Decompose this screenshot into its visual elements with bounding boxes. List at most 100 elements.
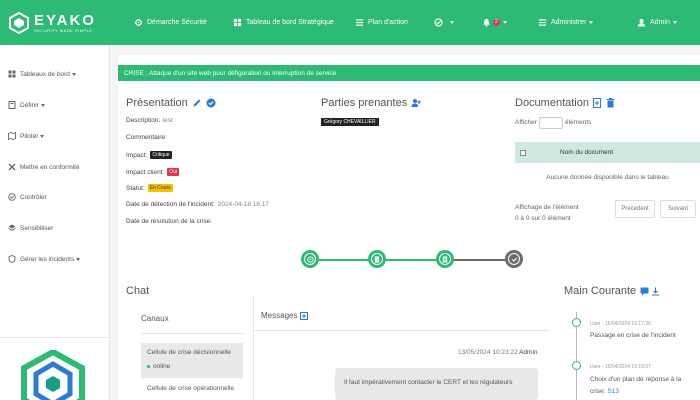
channels-title: Canaux [141, 314, 169, 323]
select-all-checkbox[interactable] [520, 149, 526, 156]
pencil-icon[interactable] [192, 98, 202, 108]
sidebar-item-gerer-incidents[interactable]: Gérer les incidents [8, 255, 81, 263]
chevron-down-icon [589, 21, 594, 24]
sidebar: Tableaux de bord Définir Piloter Mettre … [0, 45, 110, 400]
target-icon [306, 255, 314, 263]
main-courante-title-text: Main Courante [564, 285, 637, 297]
entries-per-page-select[interactable] [539, 117, 563, 129]
nav-user-menu[interactable]: Admin [637, 0, 677, 45]
chat-title: Chat [126, 285, 150, 297]
comment-icon[interactable] [640, 287, 649, 296]
sidebar-item-label: Contrôler [20, 193, 47, 201]
channel-item[interactable]: Cellule de crise opérationnelle [147, 385, 234, 392]
map-icon [8, 132, 16, 140]
field-statut: Statut: En Cours [126, 184, 173, 192]
trash-icon[interactable] [606, 98, 615, 108]
chevron-down-icon [502, 21, 507, 24]
impact-label: Impact: [126, 151, 148, 159]
presentation-title: Présentation [126, 97, 216, 109]
brand-logo[interactable]: EYAKO SECURITY MADE SIMPLE [0, 0, 110, 45]
sidebar-item-definir[interactable]: Définir [8, 101, 45, 109]
impact-client-badge: Oui [167, 168, 180, 176]
chevron-down-icon [40, 103, 45, 107]
shield-icon [8, 255, 16, 263]
documents-table-header: Nom du document [515, 142, 700, 163]
add-user-icon[interactable] [411, 98, 422, 108]
sidebar-item-label: Tableaux de bord [20, 70, 70, 78]
document-icon [442, 255, 448, 263]
description-label: Description: [126, 117, 161, 124]
sidebar-item-piloter[interactable]: Piloter [8, 132, 45, 140]
plan-link[interactable]: S13 [607, 388, 619, 395]
brand-tagline: SECURITY MADE SIMPLE [34, 27, 93, 33]
commentaire-label: Commentaire: [126, 134, 167, 141]
nav-label: Administrer [551, 19, 587, 26]
sidebar-divider [0, 337, 110, 338]
dashboard-icon [8, 70, 16, 78]
field-detection-date: Date de détection de l'incident: 2024-04… [126, 201, 269, 208]
table-info-line2: 0 à 0 sur 0 élément [515, 215, 571, 222]
step-4-closure[interactable] [505, 250, 523, 268]
brand-name: EYAKO [34, 11, 96, 29]
list-icon [355, 19, 364, 26]
field-impact-client: Impact client: Oui [126, 168, 180, 176]
sidebar-item-label: Piloter [20, 132, 39, 140]
add-document-icon[interactable] [593, 98, 602, 108]
nav-notifications[interactable]: 2 [482, 0, 507, 45]
message-bubble: Il faut impérativement contacter le CERT… [335, 368, 538, 400]
channel-status-text: online [153, 363, 171, 370]
new-message-icon[interactable] [300, 311, 309, 320]
timeline-entry-text-cont: crise: [590, 388, 606, 395]
sidebar-item-tableaux-de-bord[interactable]: Tableaux de bord [8, 70, 76, 78]
elements-label: éléments [565, 119, 592, 126]
nav-label: Tableau de bord Stratégique [246, 19, 334, 26]
show-entries-label: Afficher [515, 119, 537, 126]
sidebar-item-sensibiliser[interactable]: Sensibiliser [8, 224, 53, 232]
timeline-entry-meta: User - 16/04/2024 16:17:26 [590, 321, 651, 327]
previous-page-button[interactable]: Precedent [615, 200, 655, 218]
nav-administrer[interactable]: Administrer [538, 0, 594, 45]
nav-checks-menu[interactable] [434, 0, 454, 45]
chevron-down-icon [71, 72, 76, 76]
book-icon [8, 101, 16, 109]
grid-icon [233, 18, 242, 27]
nav-plan-action[interactable]: Plan d'action [355, 0, 408, 45]
user-icon [637, 18, 646, 27]
detection-label: Date de détection de l'incident: [126, 201, 215, 208]
channel-name[interactable]: Cellule de crise décisionnelle [147, 349, 231, 356]
step-3-plan[interactable] [436, 250, 454, 268]
field-commentaire: Commentaire: [126, 134, 167, 141]
stakeholders-title: Parties prenantes [321, 97, 422, 109]
resolution-label: Date de résolution de la crise: [126, 218, 212, 225]
sidebar-item-controler[interactable]: Contrôler [8, 193, 47, 201]
statut-badge: En Cours [147, 184, 173, 192]
notification-count-badge: 2 [493, 19, 500, 26]
column-header-document-name[interactable]: Nom du document [560, 149, 613, 156]
sidebar-item-mettre-en-conformite[interactable]: Mettre en conformité [8, 163, 80, 171]
check-icon [511, 257, 517, 262]
top-navbar: EYAKO SECURITY MADE SIMPLE Démarche Sécu… [0, 0, 700, 45]
chevron-down-icon [40, 134, 45, 138]
timeline-entry-text-line2: crise: S13 [590, 388, 619, 395]
gear-icon [135, 19, 142, 26]
layers-icon [8, 224, 16, 231]
tools-icon [8, 163, 16, 171]
nav-label: Démarche Sécurité [147, 19, 207, 26]
field-description: Description: test [126, 117, 173, 124]
timeline-node [572, 318, 581, 327]
verified-check-icon[interactable] [206, 98, 216, 108]
check-circle-icon [8, 193, 16, 201]
step-1-detection[interactable] [301, 250, 319, 268]
eyako-logo-icon [9, 11, 29, 34]
messages-divider [254, 330, 550, 331]
timeline-entry-text: Choix d'un plan de réponse à la [590, 376, 682, 383]
message-meta: 13/05/2024 10:23:22 Admin [458, 349, 538, 356]
next-page-button[interactable]: Suivant [660, 200, 696, 218]
timeline-node [572, 361, 581, 370]
documents-empty-message: Aucune donnée disponible dans le tableau [546, 174, 669, 181]
download-icon[interactable] [651, 287, 660, 296]
step-2-escalation[interactable] [368, 250, 386, 268]
nav-demarche-securite[interactable]: Démarche Sécurité [134, 0, 207, 45]
sidebar-item-label: Gérer les incidents [20, 255, 75, 263]
nav-tableau-strategique[interactable]: Tableau de bord Stratégique [233, 0, 334, 45]
